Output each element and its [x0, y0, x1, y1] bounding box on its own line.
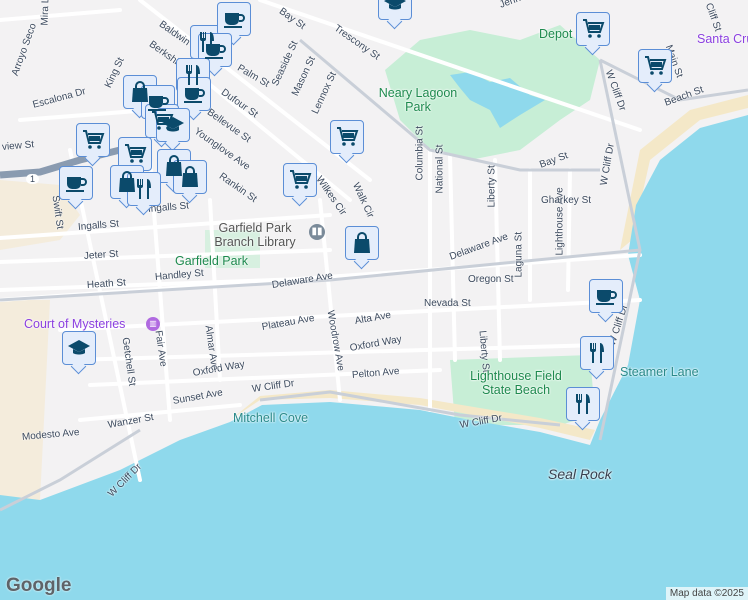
cafe-marker[interactable] — [198, 33, 232, 67]
poi-library[interactable]: Garfield Park Branch Library — [205, 221, 305, 249]
shopping-cart-icon — [643, 54, 667, 78]
cafe-marker[interactable] — [177, 77, 211, 111]
fork-knife-icon — [585, 341, 609, 365]
poi-depot[interactable]: Depot — [539, 27, 572, 41]
grocery-marker[interactable] — [576, 12, 610, 46]
shopping-cart-icon — [81, 128, 105, 152]
fork-knife-icon — [571, 392, 595, 416]
park-garfield-label[interactable]: Garfield Park — [175, 254, 248, 268]
restaurant-marker[interactable] — [127, 172, 161, 206]
fork-knife-icon — [132, 177, 156, 201]
poi-steamer-lane[interactable]: Steamer Lane — [620, 365, 699, 379]
street-label: Laguna St — [513, 231, 525, 278]
poi-seal-rock[interactable]: Seal Rock — [548, 466, 612, 482]
street-label: Gharkey St — [541, 195, 592, 206]
graduation-cap-icon — [161, 113, 185, 137]
cafe-marker[interactable] — [589, 279, 623, 313]
grocery-marker[interactable] — [378, 0, 412, 20]
shopping-bag-icon — [178, 165, 202, 189]
shopping-cart-icon — [288, 168, 312, 192]
graduation-cap-icon — [67, 336, 91, 360]
street-label: Mira L — [39, 0, 52, 26]
street-label: Nevada St — [424, 298, 471, 309]
shop-marker[interactable] — [173, 160, 207, 194]
map-attribution[interactable]: Map data ©2025 — [665, 587, 748, 600]
grocery-marker[interactable] — [638, 49, 672, 83]
shopping-cart-icon — [335, 125, 359, 149]
poi-court-of-mysteries[interactable]: Court of Mysteries — [24, 317, 125, 331]
shop-marker[interactable] — [345, 226, 379, 260]
museum-icon: ▥ — [146, 317, 160, 331]
grocery-marker[interactable] — [118, 137, 152, 171]
poi-santa-cruz[interactable]: Santa Cruz B — [697, 32, 748, 46]
street-label: Oregon St — [468, 274, 514, 285]
street-label: National St — [434, 144, 446, 194]
restaurant-marker[interactable] — [566, 387, 600, 421]
street-label: Columbia St — [414, 126, 426, 181]
school-icon — [383, 0, 407, 15]
cafe-marker[interactable] — [59, 166, 93, 200]
shopping-bag-icon — [350, 231, 374, 255]
coffee-cup-icon — [594, 284, 618, 308]
coffee-cup-icon — [182, 82, 206, 106]
restaurant-marker[interactable] — [580, 336, 614, 370]
google-logo[interactable]: Google — [6, 575, 71, 597]
grocery-marker[interactable] — [283, 163, 317, 197]
street-label: Liberty St — [486, 165, 498, 208]
highway-shield: 1 — [26, 174, 40, 184]
shopping-cart-icon — [581, 17, 605, 41]
grocery-marker[interactable] — [76, 123, 110, 157]
park-neary-label[interactable]: Neary Lagoon Park — [378, 86, 458, 114]
poi-lighthouse-field[interactable]: Lighthouse Field State Beach — [466, 369, 566, 397]
school-marker[interactable] — [156, 108, 190, 142]
shopping-cart-icon — [123, 142, 147, 166]
cafe-marker[interactable] — [217, 2, 251, 36]
coffee-cup-icon — [64, 171, 88, 195]
base-map[interactable] — [0, 0, 748, 600]
grocery-marker[interactable] — [330, 120, 364, 154]
coffee-cup-icon — [203, 38, 227, 62]
school-marker[interactable] — [62, 331, 96, 365]
library-icon: ▮▮ — [309, 224, 325, 240]
coffee-cup-icon — [222, 7, 246, 31]
poi-mitchell-cove[interactable]: Mitchell Cove — [233, 411, 308, 425]
